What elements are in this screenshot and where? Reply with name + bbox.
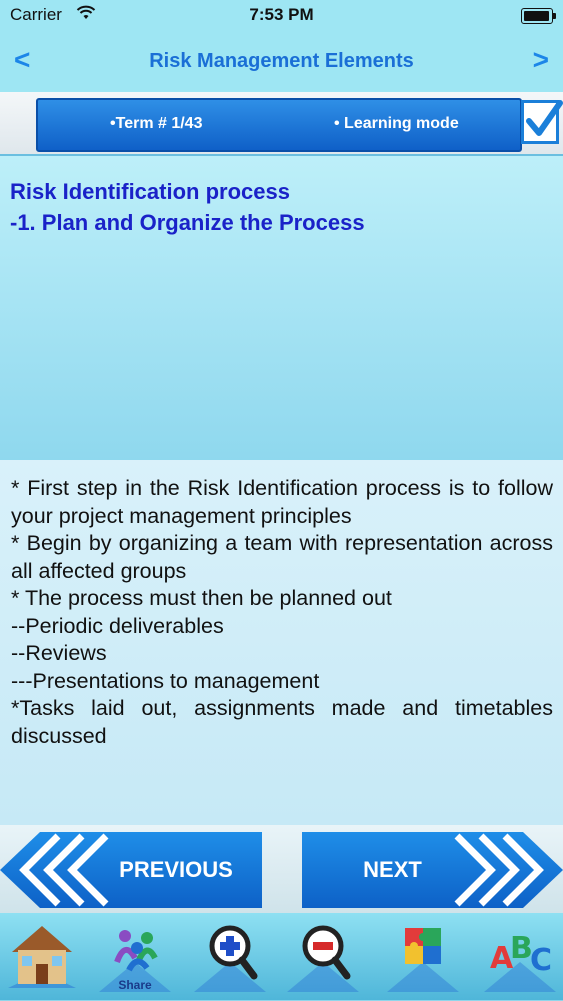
- answer-line: * First step in the Risk Identification …: [11, 476, 553, 528]
- navigation-bar: < Risk Management Elements >: [0, 30, 563, 92]
- svg-text:C: C: [530, 943, 552, 978]
- question-text: Risk Identification process -1. Plan and…: [10, 176, 365, 238]
- puzzle-icon: [387, 928, 459, 992]
- answer-text: * First step in the Risk Identification …: [11, 475, 553, 750]
- battery-icon: [521, 8, 556, 24]
- term-bar: •Term # 1/43 • Learning mode: [36, 98, 522, 152]
- share-label: Share: [118, 978, 152, 992]
- abc-blocks-icon: A B C: [484, 931, 556, 992]
- previous-button[interactable]: PREVIOUS: [0, 832, 262, 908]
- next-button[interactable]: NEXT: [302, 832, 563, 908]
- answer-line: --Reviews: [11, 641, 107, 665]
- question-line: -1. Plan and Organize the Process: [10, 210, 365, 235]
- house-icon: [8, 926, 76, 988]
- clock: 7:53 PM: [249, 5, 314, 24]
- forward-button[interactable]: >: [533, 44, 549, 76]
- learning-mode-checkbox[interactable]: [521, 100, 563, 144]
- question-line: Risk Identification process: [10, 179, 290, 204]
- checkmark-icon: [526, 100, 563, 136]
- page-title: Risk Management Elements: [149, 50, 414, 72]
- answer-line: ---Presentations to management: [11, 668, 320, 693]
- answer-line: * The process must then be planned out: [11, 586, 392, 610]
- mode-label: • Learning mode: [334, 115, 459, 132]
- answer-panel: * First step in the Risk Identification …: [0, 460, 563, 825]
- puzzle-button[interactable]: [383, 918, 463, 996]
- home-button[interactable]: [2, 918, 82, 996]
- bottom-toolbar: [0, 913, 563, 1000]
- answer-line: *Tasks laid out, assignments made and ti…: [11, 696, 553, 748]
- share-button[interactable]: Share: [95, 918, 175, 996]
- abc-button[interactable]: A B C: [480, 918, 560, 996]
- magnifier-plus-icon: [194, 925, 266, 992]
- answer-line: --Periodic deliverables: [11, 613, 224, 638]
- status-bar: Carrier 7:53 PM: [0, 0, 563, 30]
- zoom-out-button[interactable]: [283, 918, 363, 996]
- question-panel: Risk Identification process -1. Plan and…: [0, 154, 563, 462]
- term-counter: •Term # 1/43: [110, 115, 203, 132]
- magnifier-minus-icon: [287, 925, 359, 992]
- zoom-in-button[interactable]: [190, 918, 270, 996]
- answer-line: * Begin by organizing a team with repres…: [11, 531, 553, 583]
